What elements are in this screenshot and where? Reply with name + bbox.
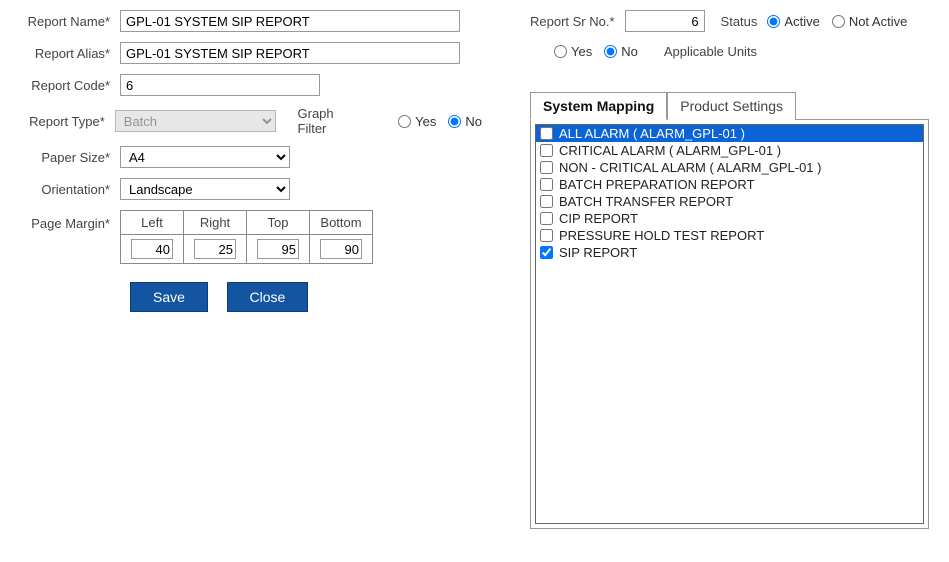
list-item-checkbox[interactable] [540, 229, 553, 242]
graph-filter-label: Graph Filter [298, 106, 363, 136]
applicable-units-no-radio[interactable] [604, 45, 617, 58]
list-item-checkbox[interactable] [540, 127, 553, 140]
list-item-checkbox[interactable] [540, 161, 553, 174]
tab-panel-system-mapping: ALL ALARM ( ALARM_GPL-01 ) CRITICAL ALARM… [530, 119, 929, 529]
page-margin-table: Left Right Top Bottom [120, 210, 373, 264]
margin-left-header: Left [121, 211, 184, 235]
graph-filter-yes-label: Yes [415, 114, 436, 129]
list-item-label: CRITICAL ALARM ( ALARM_GPL-01 ) [559, 143, 781, 158]
report-srno-label: Report Sr No.* [530, 14, 615, 29]
list-item-checkbox[interactable] [540, 246, 553, 259]
margin-right-input[interactable] [194, 239, 236, 259]
list-item[interactable]: BATCH PREPARATION REPORT [536, 176, 923, 193]
report-name-label: Report Name* [20, 14, 120, 29]
list-item-checkbox[interactable] [540, 178, 553, 191]
list-item[interactable]: CRITICAL ALARM ( ALARM_GPL-01 ) [536, 142, 923, 159]
list-item-label: ALL ALARM ( ALARM_GPL-01 ) [559, 126, 745, 141]
margin-top-input[interactable] [257, 239, 299, 259]
list-item-label: BATCH PREPARATION REPORT [559, 177, 755, 192]
margin-left-input[interactable] [131, 239, 173, 259]
orientation-select[interactable]: Landscape [120, 178, 290, 200]
report-code-input[interactable] [120, 74, 320, 96]
applicable-units-label: Applicable Units [664, 44, 757, 59]
list-item-label: CIP REPORT [559, 211, 638, 226]
close-button[interactable]: Close [227, 282, 309, 312]
report-type-label: Report Type* [20, 114, 115, 129]
save-button[interactable]: Save [130, 282, 208, 312]
list-item-checkbox[interactable] [540, 195, 553, 208]
list-item-label: BATCH TRANSFER REPORT [559, 194, 733, 209]
status-active-radio[interactable] [767, 15, 780, 28]
status-active-label: Active [784, 14, 819, 29]
paper-size-select[interactable]: A4 [120, 146, 290, 168]
applicable-units-yes-radio[interactable] [554, 45, 567, 58]
report-alias-label: Report Alias* [20, 46, 120, 61]
report-name-input[interactable] [120, 10, 460, 32]
margin-top-header: Top [247, 211, 310, 235]
tab-system-mapping[interactable]: System Mapping [530, 92, 667, 120]
list-item[interactable]: BATCH TRANSFER REPORT [536, 193, 923, 210]
status-notactive-radio[interactable] [832, 15, 845, 28]
list-item-checkbox[interactable] [540, 144, 553, 157]
report-srno-input[interactable] [625, 10, 705, 32]
list-item[interactable]: ALL ALARM ( ALARM_GPL-01 ) [536, 125, 923, 142]
graph-filter-no-label: No [465, 114, 482, 129]
margin-bottom-header: Bottom [310, 211, 373, 235]
margin-bottom-input[interactable] [320, 239, 362, 259]
list-item[interactable]: PRESSURE HOLD TEST REPORT [536, 227, 923, 244]
list-item[interactable]: SIP REPORT [536, 244, 923, 261]
list-item-label: PRESSURE HOLD TEST REPORT [559, 228, 764, 243]
report-type-select: Batch [115, 110, 276, 132]
tab-product-settings[interactable]: Product Settings [667, 92, 796, 120]
list-item-label: NON - CRITICAL ALARM ( ALARM_GPL-01 ) [559, 160, 821, 175]
applicable-units-yes-label: Yes [571, 44, 592, 59]
status-label: Status [721, 14, 758, 29]
orientation-label: Orientation* [20, 182, 120, 197]
graph-filter-no-radio[interactable] [448, 115, 461, 128]
graph-filter-yes-radio[interactable] [398, 115, 411, 128]
applicable-units-no-label: No [621, 44, 638, 59]
status-notactive-label: Not Active [849, 14, 908, 29]
paper-size-label: Paper Size* [20, 150, 120, 165]
margin-right-header: Right [184, 211, 247, 235]
report-code-label: Report Code* [20, 78, 120, 93]
list-item-label: SIP REPORT [559, 245, 637, 260]
report-alias-input[interactable] [120, 42, 460, 64]
mapping-listbox[interactable]: ALL ALARM ( ALARM_GPL-01 ) CRITICAL ALARM… [535, 124, 924, 524]
page-margin-label: Page Margin* [20, 210, 120, 231]
list-item[interactable]: CIP REPORT [536, 210, 923, 227]
list-item[interactable]: NON - CRITICAL ALARM ( ALARM_GPL-01 ) [536, 159, 923, 176]
list-item-checkbox[interactable] [540, 212, 553, 225]
